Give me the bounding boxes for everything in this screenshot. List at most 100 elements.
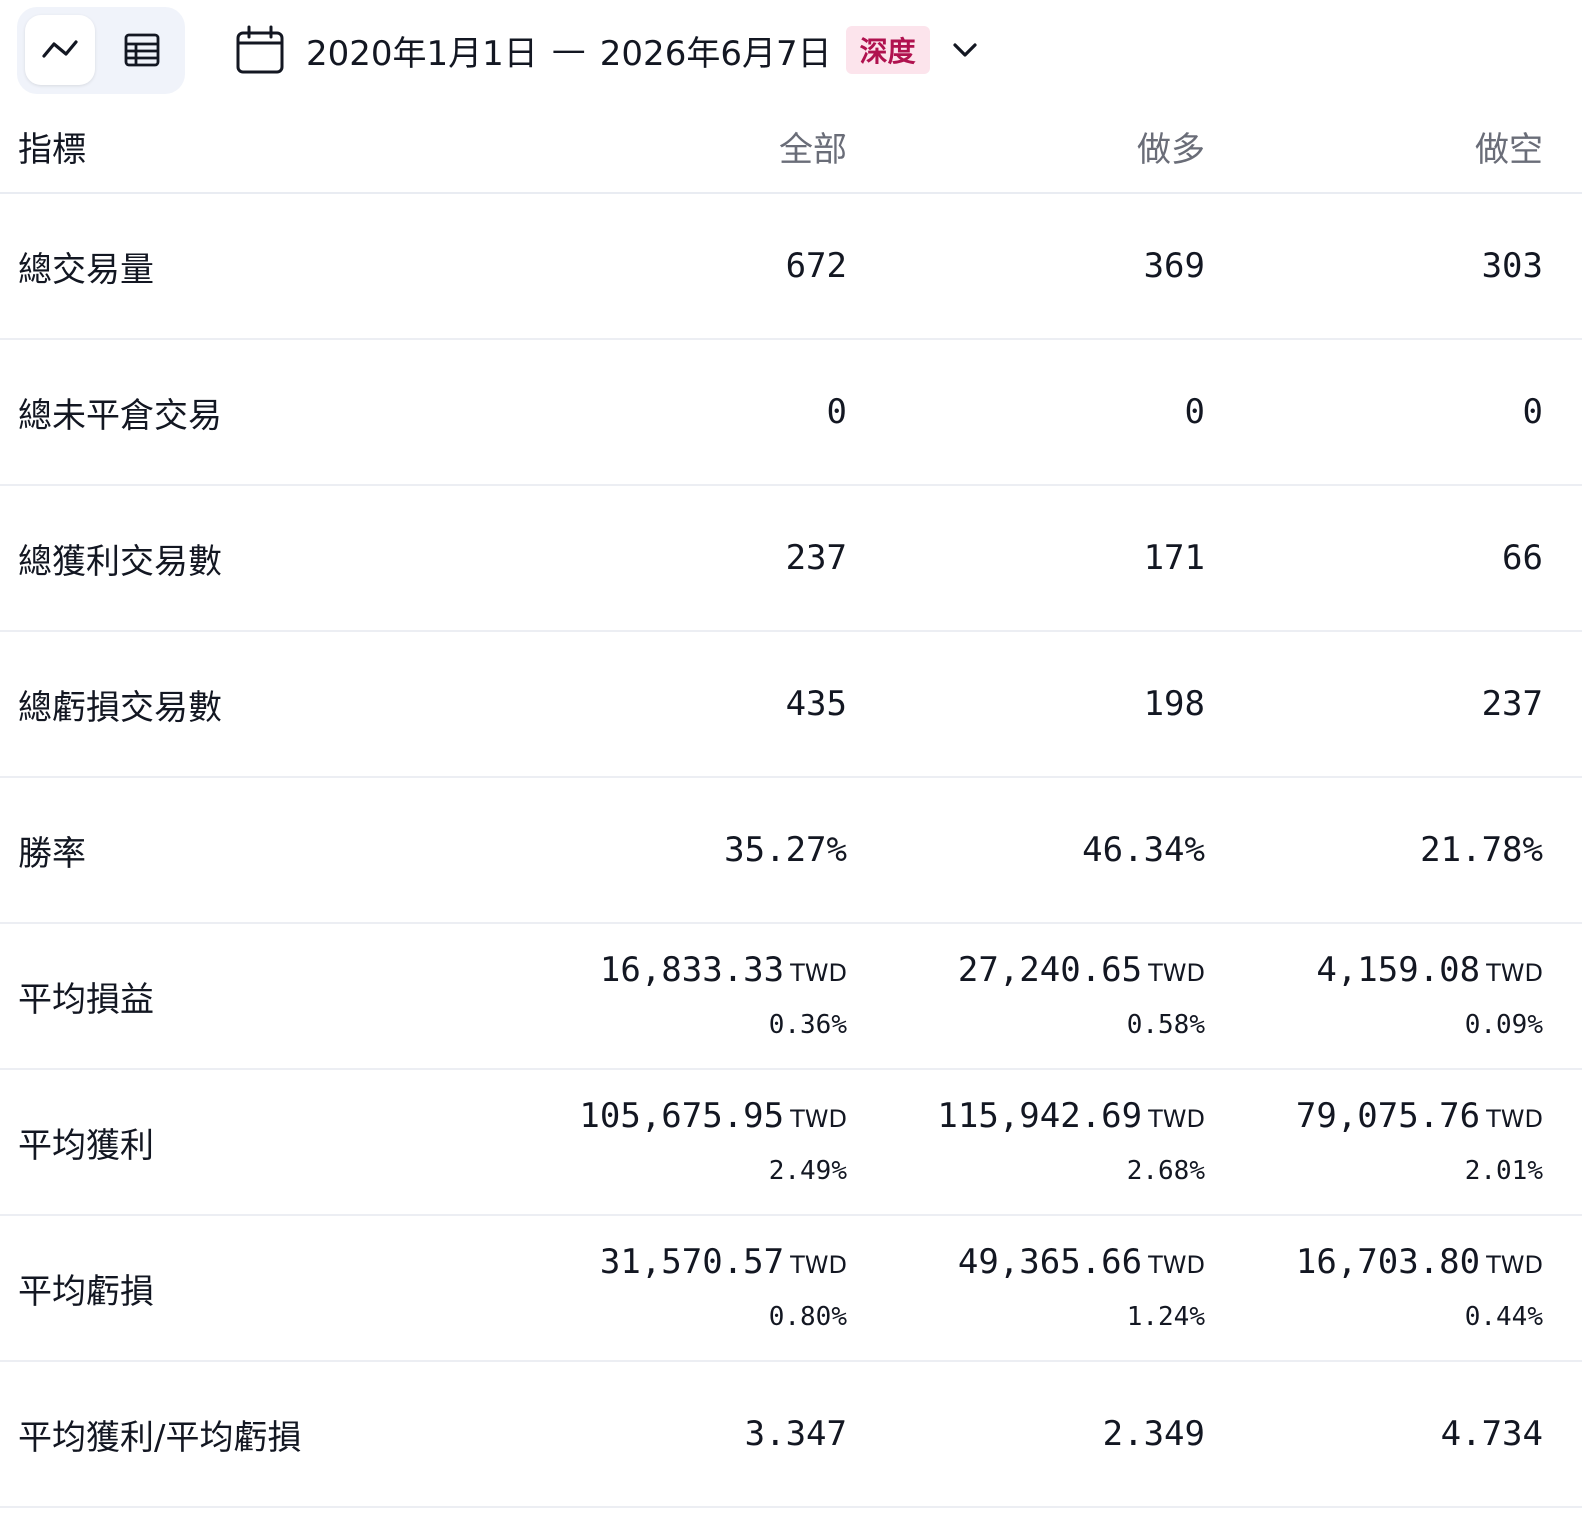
cell-value-line: 27,240.65 TWD bbox=[847, 948, 1205, 995]
cell-value-line: 105,675.95 TWD bbox=[545, 1094, 847, 1141]
cell-percent: 2.68% bbox=[1126, 1155, 1205, 1186]
cell-value-line: 3.347 bbox=[545, 1412, 847, 1456]
cell-value: 4,159.08 bbox=[1316, 949, 1481, 990]
cell-value: 35.27% bbox=[724, 830, 847, 870]
cell-value-line: 16,703.80 TWD bbox=[1205, 1240, 1543, 1287]
cell-value-line: 198 bbox=[847, 682, 1205, 726]
table-row: 總未平倉交易 0 0 0 bbox=[0, 340, 1582, 486]
cell-value: 237 bbox=[1481, 684, 1543, 724]
table-row: 平均虧損 31,570.57 TWD 0.80% 49,365.66 TWD 1.24% 16… bbox=[0, 1216, 1582, 1362]
cell-value: 66 bbox=[1502, 538, 1543, 578]
cell-value-line: 237 bbox=[545, 536, 847, 580]
cell-percent: 0.58% bbox=[1126, 1009, 1205, 1040]
header-all: 全部 bbox=[779, 129, 847, 170]
table-row: 平均獲利 105,675.95 TWD 2.49% 115,942.69 TWD 2.68%… bbox=[0, 1070, 1582, 1216]
currency-unit: TWD bbox=[1486, 1104, 1543, 1133]
cell-value: 672 bbox=[785, 246, 847, 286]
cell-value-line: 2.349 bbox=[847, 1412, 1205, 1456]
table-row: 平均獲利/平均虧損 3.347 2.349 4.734 bbox=[0, 1362, 1582, 1508]
currency-unit: TWD bbox=[1486, 958, 1543, 987]
cell-value-line: 4,159.08 TWD bbox=[1205, 948, 1543, 995]
date-range-selector[interactable]: 2020年1月1日 — 2026年6月7日 深度 bbox=[232, 14, 982, 86]
cell-all: 3.347 bbox=[545, 1412, 847, 1456]
cell-value: 0 bbox=[1184, 392, 1205, 432]
cell-value-line: 171 bbox=[847, 536, 1205, 580]
cell-short: 4.734 bbox=[1205, 1412, 1543, 1456]
cell-value: 369 bbox=[1143, 246, 1205, 286]
cell-short: 4,159.08 TWD 0.09% bbox=[1205, 948, 1543, 1045]
calendar-icon bbox=[232, 22, 288, 78]
cell-value-line: 16,833.33 TWD bbox=[545, 948, 847, 995]
cell-value: 303 bbox=[1481, 246, 1543, 286]
cell-value: 21.78% bbox=[1420, 830, 1543, 870]
table-icon bbox=[124, 33, 160, 67]
cell-value-line: 46.34% bbox=[847, 828, 1205, 872]
metric-name: 總未平倉交易 bbox=[18, 395, 222, 436]
cell-value: 105,675.95 bbox=[579, 1095, 785, 1136]
date-range-end: 2026年6月7日 bbox=[599, 33, 832, 74]
chevron-down-icon[interactable] bbox=[948, 33, 982, 67]
metric-name: 平均獲利 bbox=[18, 1125, 154, 1166]
cell-value: 16,833.33 bbox=[599, 949, 785, 990]
cell-value-line: 66 bbox=[1205, 536, 1543, 580]
currency-unit: TWD bbox=[1148, 1250, 1205, 1279]
cell-short: 79,075.76 TWD 2.01% bbox=[1205, 1094, 1543, 1191]
table-row: 總獲利交易數 237 171 66 bbox=[0, 486, 1582, 632]
cell-all: 672 bbox=[545, 244, 847, 288]
metric-name: 勝率 bbox=[18, 833, 86, 874]
currency-unit: TWD bbox=[790, 1250, 847, 1279]
cell-value: 198 bbox=[1143, 684, 1205, 724]
currency-unit: TWD bbox=[790, 958, 847, 987]
cell-all: 237 bbox=[545, 536, 847, 580]
toolbar: 2020年1月1日 — 2026年6月7日 深度 bbox=[0, 0, 1582, 100]
table-header-row: 指標 全部 做多 做空 bbox=[0, 100, 1582, 194]
cell-value: 16,703.80 bbox=[1295, 1241, 1481, 1282]
cell-value: 31,570.57 bbox=[599, 1241, 785, 1282]
cell-all: 16,833.33 TWD 0.36% bbox=[545, 948, 847, 1045]
metric-name: 平均虧損 bbox=[18, 1271, 154, 1312]
cell-percent: 2.49% bbox=[768, 1155, 847, 1186]
cell-value-line: 35.27% bbox=[545, 828, 847, 872]
cell-long: 0 bbox=[847, 390, 1205, 434]
cell-value: 49,365.66 bbox=[957, 1241, 1143, 1282]
metric-name: 平均損益 bbox=[18, 979, 154, 1020]
metric-name: 總虧損交易數 bbox=[18, 687, 222, 728]
cell-value: 79,075.76 bbox=[1295, 1095, 1481, 1136]
table-row: 總交易量 672 369 303 bbox=[0, 194, 1582, 340]
cell-value-line: 79,075.76 TWD bbox=[1205, 1094, 1543, 1141]
cell-value: 4.734 bbox=[1440, 1414, 1543, 1454]
cell-value-line: 672 bbox=[545, 244, 847, 288]
cell-all: 435 bbox=[545, 682, 847, 726]
cell-short: 237 bbox=[1205, 682, 1543, 726]
cell-value: 0 bbox=[826, 392, 847, 432]
cell-value-line: 303 bbox=[1205, 244, 1543, 288]
cell-value-line: 0 bbox=[545, 390, 847, 434]
cell-percent: 0.09% bbox=[1464, 1009, 1543, 1040]
cell-value: 2.349 bbox=[1102, 1414, 1205, 1454]
cell-short: 0 bbox=[1205, 390, 1543, 434]
cell-value-line: 0 bbox=[847, 390, 1205, 434]
cell-value: 46.34% bbox=[1082, 830, 1205, 870]
cell-value-line: 4.734 bbox=[1205, 1412, 1543, 1456]
cell-value-line: 369 bbox=[847, 244, 1205, 288]
table-row: 平均損益 16,833.33 TWD 0.36% 27,240.65 TWD 0.58% 4,… bbox=[0, 924, 1582, 1070]
trend-line-icon bbox=[42, 40, 78, 58]
chart-view-button[interactable] bbox=[25, 15, 95, 85]
cell-value: 237 bbox=[785, 538, 847, 578]
cell-value-line: 435 bbox=[545, 682, 847, 726]
cell-long: 171 bbox=[847, 536, 1205, 580]
cell-percent: 0.36% bbox=[768, 1009, 847, 1040]
table-body: 總交易量 672 369 303 總未平倉交易 0 0 0 總獲利交易數 237 171 66 總虧損交… bbox=[0, 194, 1582, 1508]
cell-value: 3.347 bbox=[744, 1414, 847, 1454]
header-metric: 指標 bbox=[18, 129, 86, 170]
cell-percent: 1.24% bbox=[1126, 1301, 1205, 1332]
header-short: 做空 bbox=[1475, 129, 1543, 170]
table-view-button[interactable] bbox=[107, 15, 177, 85]
currency-unit: TWD bbox=[1148, 1104, 1205, 1133]
cell-value-line: 31,570.57 TWD bbox=[545, 1240, 847, 1287]
currency-unit: TWD bbox=[790, 1104, 847, 1133]
cell-percent: 0.44% bbox=[1464, 1301, 1543, 1332]
header-long: 做多 bbox=[1137, 129, 1205, 170]
cell-percent: 0.80% bbox=[768, 1301, 847, 1332]
cell-value-line: 49,365.66 TWD bbox=[847, 1240, 1205, 1287]
